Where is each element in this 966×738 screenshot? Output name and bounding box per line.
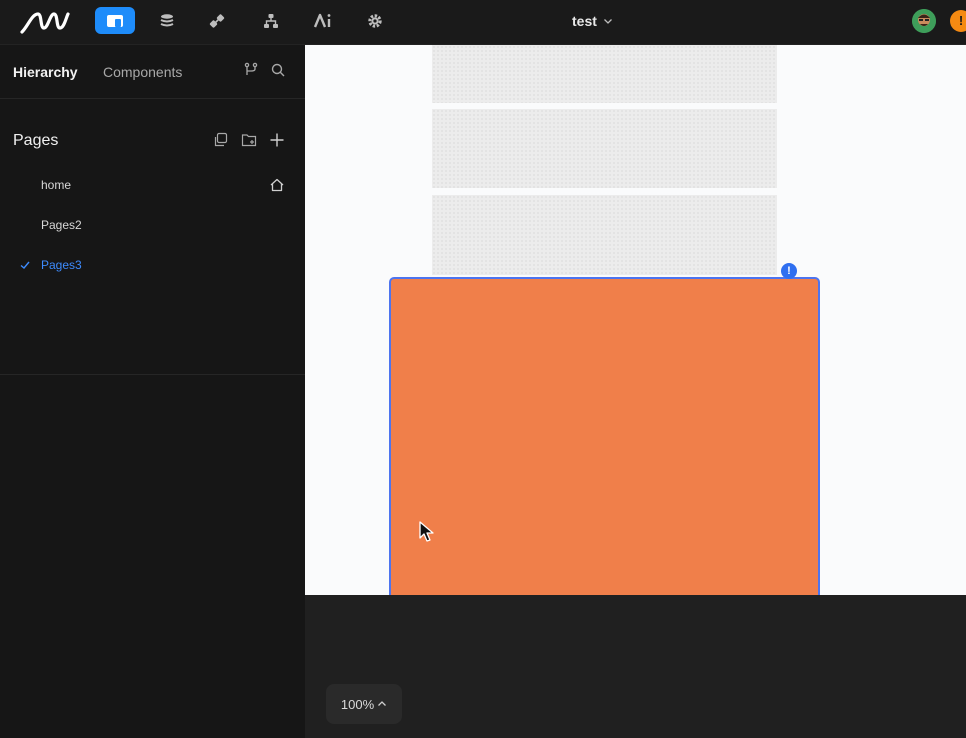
sidebar: Hierarchy Components Pages home Pages2 P… [0, 45, 305, 738]
database-icon [160, 13, 174, 26]
page-label: Pages2 [41, 218, 82, 232]
avatar-face-icon [912, 9, 936, 33]
pages-heading: Pages [13, 132, 59, 149]
page-item-home[interactable]: home [0, 165, 305, 205]
page-item-pages2[interactable]: Pages2 [0, 205, 305, 245]
warning-badge[interactable]: ! [950, 10, 966, 32]
database-nav-button[interactable] [147, 7, 187, 34]
tab-hierarchy[interactable]: Hierarchy [13, 64, 78, 80]
selection-warning-badge[interactable]: ! [781, 263, 797, 279]
workflow-nav-button[interactable] [251, 7, 291, 34]
workflow-icon [264, 13, 278, 28]
check-icon [20, 261, 30, 269]
api-plug-icon [209, 13, 225, 28]
ai-icon [313, 13, 331, 27]
selected-container[interactable] [389, 277, 820, 595]
project-title: test [572, 13, 597, 29]
add-page-icon[interactable] [269, 132, 285, 148]
page-item-pages3[interactable]: Pages3 [0, 245, 305, 285]
tab-components[interactable]: Components [103, 64, 182, 80]
project-title-dropdown[interactable]: test [572, 11, 613, 31]
top-bar: test ! [0, 0, 966, 45]
home-icon [270, 178, 284, 192]
canvas-footer: 100% [305, 595, 966, 738]
chevron-down-icon [603, 19, 612, 24]
pages-nav-icon [107, 14, 123, 27]
pages-nav-button[interactable] [95, 7, 135, 34]
mouse-cursor-icon [419, 521, 434, 542]
placeholder-block[interactable] [432, 45, 777, 103]
add-folder-icon[interactable] [241, 132, 257, 148]
placeholder-block[interactable] [432, 195, 777, 275]
api-nav-button[interactable] [197, 7, 237, 34]
app-logo[interactable] [20, 6, 70, 36]
chevron-up-icon [378, 701, 387, 706]
page-label: Pages3 [41, 258, 82, 272]
settings-nav-button[interactable] [355, 7, 395, 34]
duplicate-page-icon[interactable] [213, 132, 229, 148]
settings-gear-icon [368, 13, 382, 28]
sidebar-divider [0, 374, 305, 375]
user-avatar[interactable] [912, 9, 936, 33]
sidebar-tabs: Hierarchy Components [0, 45, 305, 99]
placeholder-block[interactable] [432, 109, 777, 188]
ai-nav-button[interactable] [303, 7, 343, 34]
zoom-control[interactable]: 100% [326, 684, 402, 724]
zoom-level: 100% [340, 696, 375, 712]
search-icon[interactable] [270, 62, 286, 78]
page-label: home [41, 178, 72, 192]
design-canvas[interactable]: ! [305, 45, 966, 595]
git-branch-icon[interactable] [243, 62, 259, 78]
